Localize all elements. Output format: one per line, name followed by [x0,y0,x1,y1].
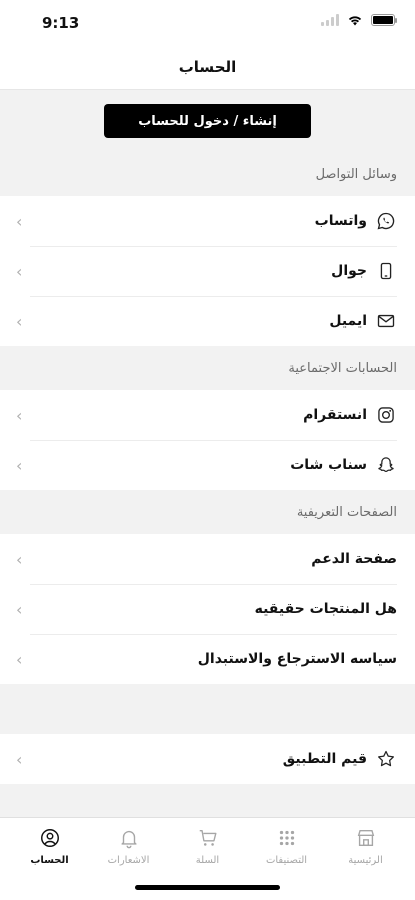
chevron-left-icon: ‹ [16,749,23,769]
battery-icon [371,14,397,26]
status-time: 9:13 [42,14,80,32]
bottom-tab-bar: الرئيسية التصنيفات السلة الاشعارات الحسا… [0,817,415,900]
cart-icon [199,829,216,846]
account-content[interactable]: إنشاء / دخول للحساب وسائل التواصل ‹ واتس… [0,90,415,817]
chevron-left-icon: ‹ [16,311,23,331]
row-label: سناب شات [290,457,367,473]
row-label: سياسه الاسترجاع والاستبدال [197,651,397,667]
chevron-left-icon: ‹ [16,211,23,231]
signal-icon [321,14,339,26]
row-label: هل المنتجات حقيقيه [254,601,397,617]
bell-icon [120,830,137,848]
row-return-policy[interactable]: ‹ سياسه الاسترجاع والاستبدال [0,634,415,684]
row-label: انستقرام [303,407,367,423]
chevron-left-icon: ‹ [16,455,23,475]
row-whatsapp[interactable]: ‹ واتساب [0,196,415,246]
mail-icon [375,310,397,332]
section-header-social: الحسابات الاجتماعية [288,360,397,376]
snapchat-icon [375,454,397,476]
tab-label: الاشعارات [107,854,150,866]
chevron-left-icon: ‹ [16,649,23,669]
row-label: واتساب [314,213,367,229]
row-rate-app[interactable]: ‹ قيم التطبيق [0,734,415,784]
status-bar: 9:13 [0,0,415,44]
tab-categories[interactable]: التصنيفات [252,818,322,874]
whatsapp-icon [375,210,397,232]
row-authentic-products[interactable]: ‹ هل المنتجات حقيقيه [0,584,415,634]
tab-notifications[interactable]: الاشعارات [94,818,164,874]
home-indicator [135,885,280,890]
nav-header: الحساب [0,44,415,90]
tab-account[interactable]: الحساب [15,818,85,874]
row-support-page[interactable]: ‹ صفحة الدعم [0,534,415,584]
page-title: الحساب [178,57,237,76]
tab-home[interactable]: الرئيسية [331,818,401,874]
account-icon [40,828,59,847]
row-email[interactable]: ‹ ايميل [0,296,415,346]
chevron-left-icon: ‹ [16,599,23,619]
section-header-pages: الصفحات التعريفية [296,504,397,520]
tab-label: التصنيفات [265,854,308,866]
wifi-icon [348,16,362,26]
chevron-left-icon: ‹ [16,261,23,281]
tab-label: الحساب [30,854,69,866]
row-label: ايميل [329,313,367,329]
tab-label: الرئيسية [348,854,383,866]
row-instagram[interactable]: ‹ انستقرام [0,390,415,440]
tab-label: السلة [195,854,220,866]
chevron-left-icon: ‹ [16,405,23,425]
store-icon [357,829,374,846]
tab-cart[interactable]: السلة [173,818,243,874]
row-label: جوال [331,263,367,279]
row-label: قيم التطبيق [282,751,367,767]
row-label: صفحة الدعم [311,551,397,567]
section-header-contact: وسائل التواصل [315,166,397,182]
instagram-icon [375,404,397,426]
row-snapchat[interactable]: ‹ سناب شات [0,440,415,490]
status-icons [321,14,397,26]
mobile-icon [375,260,397,282]
login-area: إنشاء / دخول للحساب [0,90,415,152]
star-icon [375,748,397,770]
chevron-left-icon: ‹ [16,549,23,569]
row-mobile[interactable]: ‹ جوال [0,246,415,296]
login-button[interactable]: إنشاء / دخول للحساب [104,104,311,138]
grid-icon [279,830,294,845]
